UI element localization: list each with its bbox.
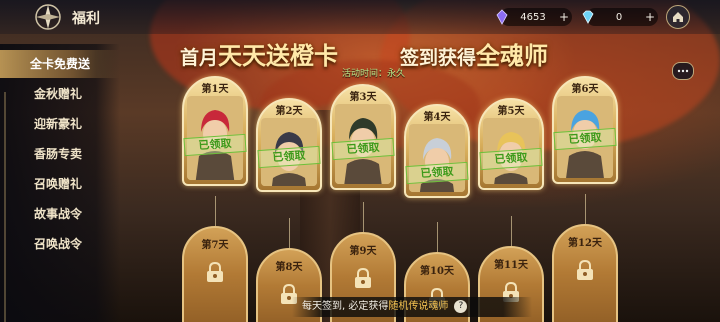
- day-label: 第6天: [571, 84, 599, 95]
- page-title: 福利: [72, 11, 100, 27]
- sidebar-item-autumn-gift[interactable]: 金秋赠礼: [0, 80, 120, 108]
- soul-crystal-counter[interactable]: 4653 +: [496, 8, 572, 26]
- chat-button[interactable]: [672, 62, 694, 80]
- claimed-day-card[interactable]: 第3天 已领取: [330, 84, 396, 190]
- hanging-rope: [363, 202, 364, 232]
- claimed-day-card[interactable]: 第1天 已领取: [182, 76, 248, 186]
- diamond-icon: [582, 10, 594, 24]
- day-label: 第8天: [275, 262, 303, 273]
- emblem-icon[interactable]: [34, 3, 62, 31]
- padlock-icon: [355, 267, 371, 288]
- hanging-rope: [289, 218, 290, 248]
- signin-reward-note: 每天签到, 必定获得随机传说魂师?: [292, 297, 532, 317]
- padlock-icon: [207, 261, 223, 282]
- diamond-value: 0: [615, 11, 623, 23]
- day-label: 第3天: [349, 92, 377, 103]
- sidebar-item-newcomer-gift[interactable]: 迎新豪礼: [0, 110, 120, 138]
- note-text: 每天签到, 必定获得: [302, 301, 389, 312]
- locked-day-card[interactable]: 第7天: [182, 226, 248, 322]
- day-label: 第5天: [497, 106, 525, 117]
- sidebar-item-free-cards[interactable]: 全卡免费送: [0, 50, 120, 78]
- locked-day-card[interactable]: 第12天: [552, 224, 618, 322]
- headline-small-2: 签到获得: [400, 47, 477, 69]
- event-time-label: 活动时间：永久: [342, 69, 406, 79]
- add-diamond-button[interactable]: +: [642, 10, 658, 24]
- day-label: 第12天: [568, 238, 602, 249]
- home-icon: [673, 12, 683, 22]
- diamond-counter[interactable]: 0 +: [582, 8, 658, 26]
- event-headline-left: 首月天天送橙卡: [180, 36, 338, 71]
- soul-crystal-value: 4653: [520, 11, 546, 23]
- soul-crystal-icon: [496, 9, 508, 25]
- claimed-day-card[interactable]: 第5天 已领取: [478, 98, 544, 190]
- day-label: 第11天: [494, 260, 528, 271]
- note-highlight: 随机传说魂师: [388, 301, 449, 312]
- hanging-rope: [215, 196, 216, 226]
- headline-small-1: 首月: [180, 47, 219, 69]
- hanging-rope: [511, 216, 512, 246]
- sidebar-menu: 全卡免费送 金秋赠礼 迎新豪礼 香肠专卖 召唤赠礼 故事战令 召唤战令: [0, 44, 120, 322]
- day-label: 第1天: [201, 84, 229, 95]
- day-label: 第10天: [420, 266, 454, 277]
- padlock-icon: [577, 259, 593, 280]
- claimed-day-card[interactable]: 第4天 已领取: [404, 104, 470, 198]
- day-label: 第2天: [275, 106, 303, 117]
- day-label: 第9天: [349, 246, 377, 257]
- sidebar-item-sausage-shop[interactable]: 香肠专卖: [0, 140, 120, 168]
- sidebar-item-summon-pass[interactable]: 召唤战令: [0, 230, 120, 258]
- sidebar-item-story-pass[interactable]: 故事战令: [0, 200, 120, 228]
- sidebar-item-summon-gift[interactable]: 召唤赠礼: [0, 170, 120, 198]
- top-bar: 福利 4653 + 0 +: [0, 0, 720, 34]
- help-button[interactable]: ?: [454, 299, 468, 313]
- headline-big-1: 天天送橙卡: [218, 41, 339, 70]
- hanging-rope: [585, 194, 586, 224]
- day-label: 第7天: [201, 240, 229, 251]
- hanging-rope: [437, 222, 438, 252]
- day-label: 第4天: [423, 112, 451, 123]
- add-soul-crystal-button[interactable]: +: [556, 10, 572, 24]
- claimed-day-card[interactable]: 第2天 已领取: [256, 98, 322, 192]
- headline-big-2: 全魂师: [476, 41, 549, 70]
- home-button[interactable]: [666, 5, 690, 29]
- claimed-day-card[interactable]: 第6天 已领取: [552, 76, 618, 184]
- event-headline-right: 签到获得全魂师: [400, 36, 548, 71]
- chat-bubble-icon: [677, 69, 689, 73]
